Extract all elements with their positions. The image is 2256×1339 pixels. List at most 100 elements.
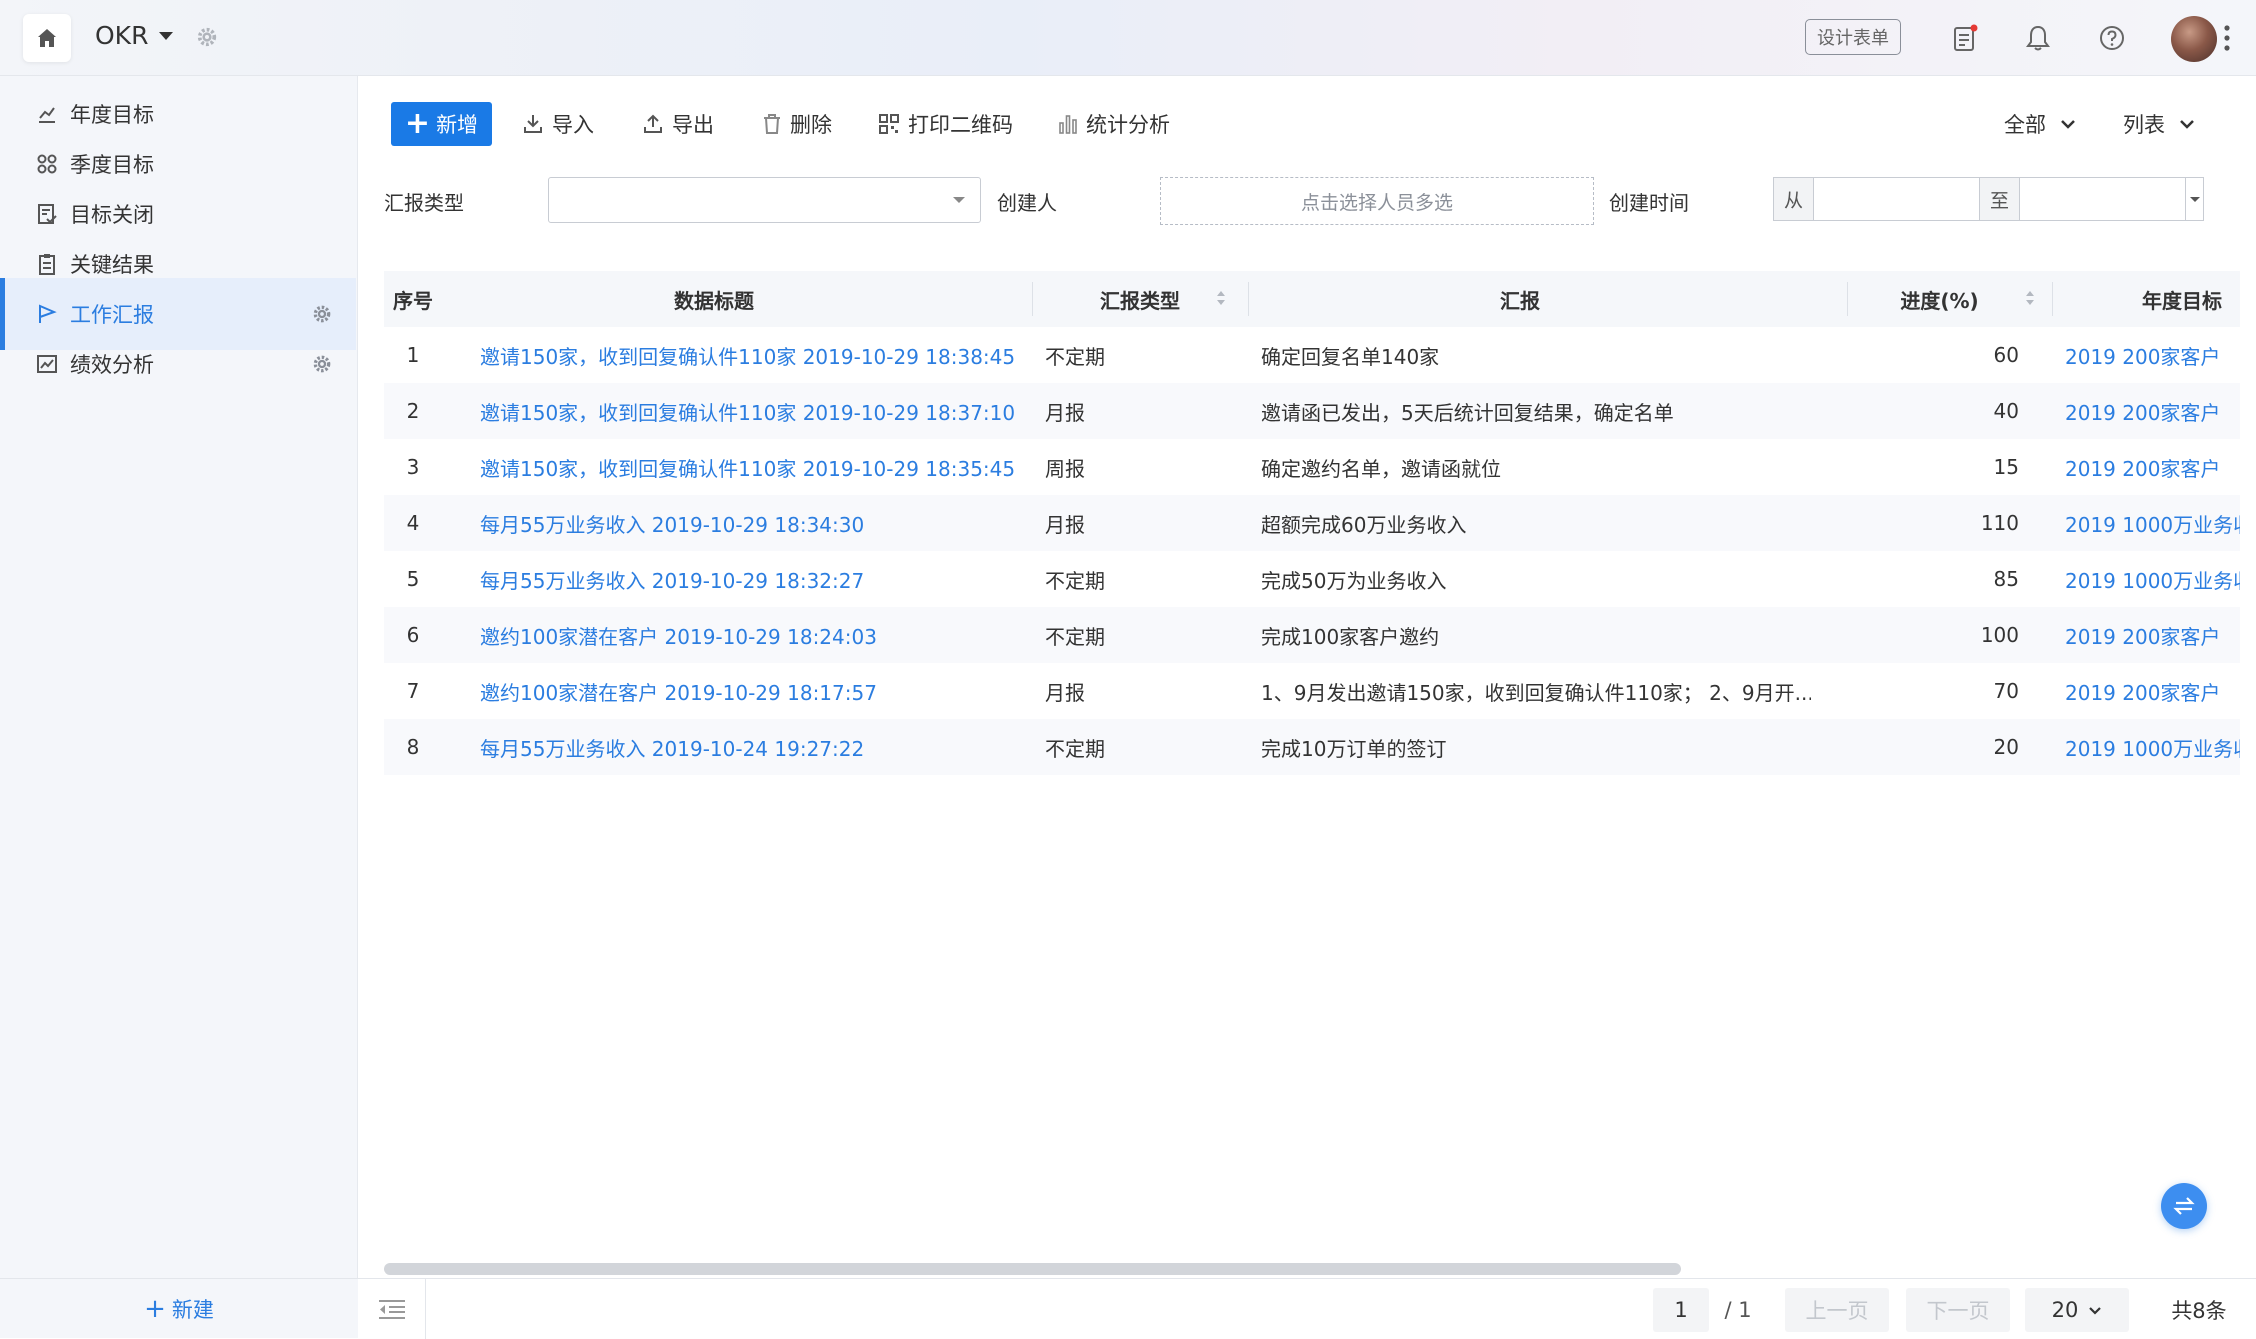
cell-title-link[interactable]: 邀约100家潜在客户 2019-10-29 18:17:57: [480, 663, 1026, 719]
collapse-menu-icon: [378, 1300, 405, 1319]
cell-title-link[interactable]: 每月55万业务收入 2019-10-29 18:34:30: [480, 495, 1026, 551]
print-qrcode-label: 打印二维码: [908, 113, 1013, 137]
cell-type: 不定期: [1045, 344, 1105, 369]
cell-goal-link[interactable]: 2019 200家客户: [2065, 607, 2240, 663]
cell-title-link[interactable]: 每月55万业务收入 2019-10-24 19:27:22: [480, 719, 1026, 775]
table-row[interactable]: 8 每月55万业务收入 2019-10-24 19:27:22 不定期 完成10…: [384, 719, 2240, 775]
chevron-down-icon: [2089, 1306, 2102, 1315]
table-row[interactable]: 1 邀请150家，收到回复确认件110家 2019-10-29 18:38:45…: [384, 327, 2240, 383]
cell-type: 不定期: [1045, 736, 1105, 761]
scope-dropdown[interactable]: 全部: [2004, 102, 2076, 146]
checklist-icon: [38, 204, 57, 224]
table-row[interactable]: 6 邀约100家潜在客户 2019-10-29 18:24:03 不定期 完成1…: [384, 607, 2240, 663]
add-button-label: 新增: [436, 113, 479, 137]
cell-goal-link[interactable]: 2019 200家客户: [2065, 439, 2240, 495]
caret-down-icon[interactable]: [158, 31, 174, 41]
cell-goal-link[interactable]: 2019 200家客户: [2065, 663, 2240, 719]
cell-report: 完成50万为业务收入: [1261, 568, 1447, 593]
cell-title-link[interactable]: 邀请150家，收到回复确认件110家 2019-10-29 18:38:45: [480, 327, 1026, 383]
cell-goal-link[interactable]: 2019 1000万业务收: [2065, 495, 2240, 551]
cell-no: 1: [406, 343, 420, 367]
pagination-bar: 1 / 1 上一页 下一页 20 共8条: [358, 1278, 2256, 1339]
table-row[interactable]: 5 每月55万业务收入 2019-10-29 18:32:27 不定期 完成50…: [384, 551, 2240, 607]
qrcode-icon: [879, 114, 899, 134]
table-row[interactable]: 3 邀请150家，收到回复确认件110家 2019-10-29 18:35:45…: [384, 439, 2240, 495]
stats-analysis-button[interactable]: 统计分析: [1058, 102, 1170, 146]
chart-line-icon: [39, 107, 55, 123]
app-title[interactable]: OKR: [95, 21, 148, 50]
cell-title-link[interactable]: 邀约100家潜在客户 2019-10-29 18:24:03: [480, 607, 1026, 663]
cell-report: 1、9月发出邀请150家，收到回复确认件110家； 2、9月开...: [1261, 680, 1811, 705]
col-header-title: 数据标题: [674, 288, 754, 313]
page-size-select[interactable]: 20: [2025, 1288, 2129, 1332]
chevron-down-icon: [2180, 120, 2194, 129]
cell-goal-link[interactable]: 2019 1000万业务收: [2065, 719, 2240, 775]
avatar[interactable]: [2171, 16, 2217, 62]
date-range-dropdown[interactable]: [2186, 178, 2203, 220]
bar-chart-icon: [1059, 115, 1077, 134]
sort-icon[interactable]: [1216, 289, 1226, 307]
page-size-value: 20: [2051, 1298, 2079, 1322]
date-from-label: 从: [1774, 178, 1814, 220]
export-button[interactable]: 导出: [642, 102, 714, 146]
cell-type: 周报: [1045, 456, 1085, 481]
caret-down-icon: [953, 197, 965, 203]
cell-no: 8: [406, 735, 420, 759]
design-form-button[interactable]: 设计表单: [1805, 19, 1901, 55]
chevron-down-icon: [2061, 120, 2075, 129]
help-button[interactable]: [2093, 19, 2131, 57]
prev-page-button[interactable]: 上一页: [1785, 1288, 1889, 1332]
next-page-button[interactable]: 下一页: [1906, 1288, 2010, 1332]
creator-picker[interactable]: 点击选择人员多选: [1160, 177, 1594, 225]
cell-goal-link[interactable]: 2019 200家客户: [2065, 327, 2240, 383]
import-button[interactable]: 导入: [522, 102, 594, 146]
gear-icon[interactable]: [312, 354, 332, 374]
cell-title-link[interactable]: 每月55万业务收入 2019-10-29 18:32:27: [480, 551, 1026, 607]
import-button-label: 导入: [552, 113, 594, 137]
cell-goal-link[interactable]: 2019 1000万业务收: [2065, 551, 2240, 607]
gear-icon[interactable]: [196, 26, 218, 48]
table-row[interactable]: 2 邀请150家，收到回复确认件110家 2019-10-29 18:37:10…: [384, 383, 2240, 439]
add-button[interactable]: + 新增: [391, 102, 492, 146]
print-qrcode-button[interactable]: 打印二维码: [878, 102, 1013, 146]
gear-icon[interactable]: [312, 304, 332, 324]
cell-type: 月报: [1045, 400, 1085, 425]
collapse-sidebar-button[interactable]: [358, 1279, 426, 1339]
bell-icon: [2026, 25, 2050, 51]
table-row[interactable]: 7 邀约100家潜在客户 2019-10-29 18:17:57 月报 1、9月…: [384, 663, 2240, 719]
cell-title-link[interactable]: 邀请150家，收到回复确认件110家 2019-10-29 18:35:45: [480, 439, 1026, 495]
trend-chart-icon: [37, 355, 57, 373]
home-button[interactable]: [23, 14, 71, 62]
current-page-input[interactable]: 1: [1653, 1288, 1709, 1332]
date-to-input[interactable]: [2020, 178, 2186, 220]
sidebar-item-label: 绩效分析: [70, 353, 154, 377]
horizontal-scrollbar[interactable]: [384, 1263, 1681, 1275]
table-header: 序号 数据标题 汇报类型 汇报 进度(%) 年度目标: [384, 271, 2240, 327]
export-button-label: 导出: [672, 113, 714, 137]
sidebar-item-performance[interactable]: 绩效分析: [0, 328, 356, 400]
cell-goal-link[interactable]: 2019 200家客户: [2065, 383, 2240, 439]
task-list-button[interactable]: [1946, 19, 1984, 57]
date-from-input[interactable]: [1814, 178, 1980, 220]
delete-button[interactable]: 删除: [762, 102, 832, 146]
col-header-progress-label: 进度(%): [1900, 288, 1979, 313]
col-header-progress[interactable]: 进度(%): [1847, 271, 2032, 327]
cell-type: 不定期: [1045, 568, 1105, 593]
created-time-range: 从 至: [1773, 177, 2204, 221]
report-type-select[interactable]: [548, 177, 981, 223]
sidebar-new-button[interactable]: + 新建: [0, 1278, 358, 1338]
sidebar: 年度目标 季度目标 目标关闭 关键结果 工作汇报 绩效分析: [0, 76, 358, 1338]
cell-title-link[interactable]: 邀请150家，收到回复确认件110家 2019-10-29 18:37:10: [480, 383, 1026, 439]
more-vertical-icon[interactable]: [2223, 24, 2231, 52]
sidebar-item-label: 季度目标: [70, 153, 154, 177]
table-row[interactable]: 4 每月55万业务收入 2019-10-29 18:34:30 月报 超额完成6…: [384, 495, 2240, 551]
sort-icon[interactable]: [2025, 289, 2035, 307]
view-dropdown-label: 列表: [2123, 113, 2165, 137]
cell-progress: 85: [1993, 567, 2019, 591]
grid-icon: [37, 154, 57, 174]
view-dropdown[interactable]: 列表: [2123, 102, 2195, 146]
cell-report: 完成10万订单的签订: [1261, 736, 1447, 761]
notifications-button[interactable]: [2019, 19, 2057, 57]
float-swap-button[interactable]: [2161, 1183, 2207, 1229]
caret-down-icon: [2189, 196, 2200, 202]
